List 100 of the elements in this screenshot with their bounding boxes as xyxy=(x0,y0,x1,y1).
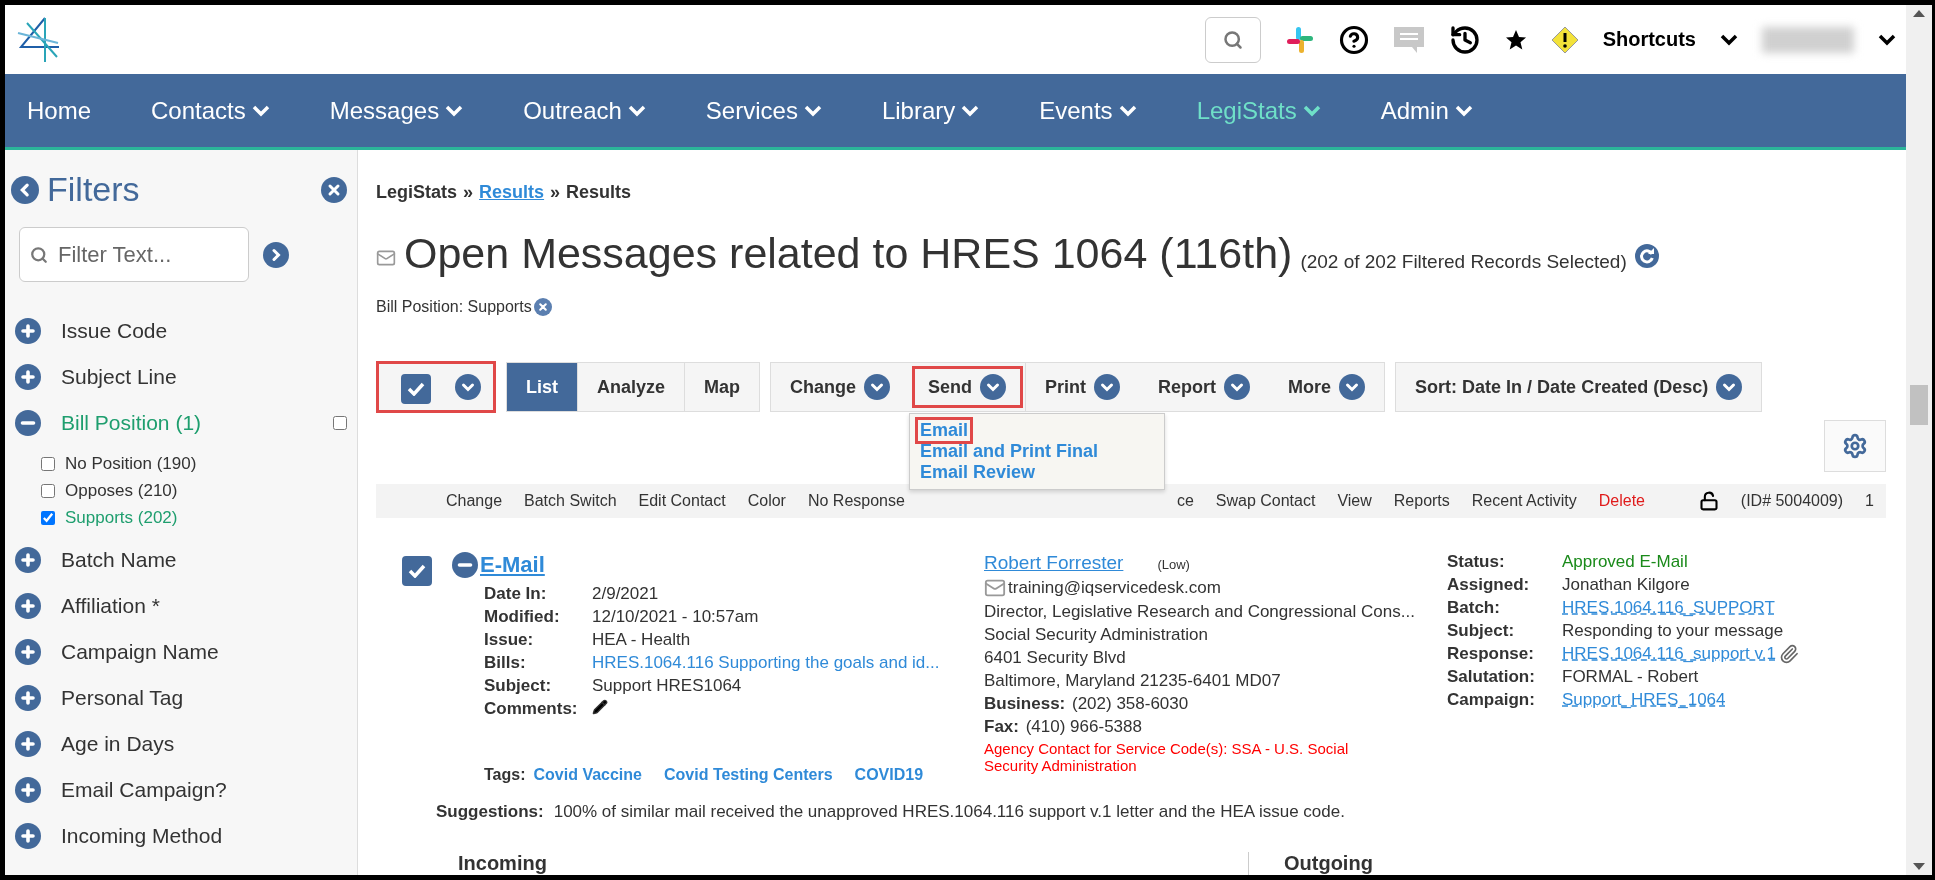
select-all-control[interactable] xyxy=(376,361,496,413)
option-checkbox[interactable] xyxy=(41,456,55,471)
nav-menu-item[interactable]: Home xyxy=(27,96,92,125)
contact-name-link[interactable]: Robert Forrester xyxy=(984,552,1124,574)
scrollbar-thumb[interactable] xyxy=(1910,385,1928,425)
filter-category[interactable]: Affiliation * xyxy=(61,594,347,618)
tag-link[interactable]: COVID19 xyxy=(854,766,924,784)
slack-icon[interactable] xyxy=(1284,24,1315,55)
tag-link[interactable]: Covid Testing Centers xyxy=(664,766,833,784)
expand-icon[interactable] xyxy=(15,639,41,665)
nav-menu-item[interactable]: Services xyxy=(705,96,822,125)
filter-category[interactable]: Email Campaign? xyxy=(61,778,347,802)
nav-menu-item[interactable]: Outreach xyxy=(523,96,646,125)
tag-link[interactable]: Covid Vaccine xyxy=(533,766,642,784)
chevron-down-icon xyxy=(627,104,646,117)
expand-icon[interactable] xyxy=(15,731,41,757)
nav-menu-item[interactable]: Admin xyxy=(1380,96,1473,125)
option-label[interactable]: No Position (190) xyxy=(65,453,197,474)
filter-category[interactable]: Batch Name xyxy=(61,548,347,572)
view-tab[interactable]: Analyze xyxy=(578,363,686,411)
collapse-icon[interactable] xyxy=(452,552,478,578)
nav-menu-item[interactable]: LegiStats xyxy=(1196,96,1321,125)
status-link[interactable]: HRES.1064.116_SUPPORT xyxy=(1562,598,1886,618)
nav-menu-item[interactable]: Library xyxy=(881,96,980,125)
breadcrumb-link[interactable]: Results xyxy=(479,182,545,203)
unlocked-icon xyxy=(1698,491,1719,511)
dropdown-icon[interactable] xyxy=(455,374,481,400)
action-dropdown-button[interactable]: More xyxy=(1269,363,1385,411)
expand-icon[interactable] xyxy=(15,318,41,344)
record-action-link[interactable]: No Response xyxy=(807,492,905,510)
option-label[interactable]: Opposes (210) xyxy=(65,480,178,501)
refresh-icon[interactable] xyxy=(1634,244,1659,268)
record-action-link[interactable]: Delete xyxy=(1598,492,1645,510)
filter-category[interactable]: Campaign Name xyxy=(61,640,347,664)
action-dropdown-button[interactable]: Report xyxy=(1139,363,1270,411)
status-label: Status: xyxy=(1447,552,1506,572)
collapse-icon[interactable] xyxy=(15,410,41,436)
history-icon[interactable] xyxy=(1448,23,1481,56)
section-heading: Outgoing xyxy=(1284,852,1373,874)
filter-category[interactable]: Incoming Method xyxy=(61,824,347,848)
record-action-link[interactable]: Batch Switch xyxy=(524,492,617,510)
dropdown-icon[interactable] xyxy=(1094,374,1121,400)
dropdown-icon[interactable] xyxy=(1224,374,1251,400)
action-dropdown-button[interactable]: Print xyxy=(1026,363,1140,411)
option-checkbox[interactable] xyxy=(41,483,55,498)
dropdown-icon[interactable] xyxy=(1339,374,1366,400)
record-action-link[interactable]: Edit Contact xyxy=(638,492,726,510)
help-icon[interactable] xyxy=(1338,24,1369,55)
status-label: Batch: xyxy=(1447,598,1501,618)
filter-category[interactable]: Personal Tag xyxy=(61,686,347,710)
close-icon[interactable] xyxy=(321,176,347,203)
filter-category[interactable]: Age in Days xyxy=(61,732,347,756)
record-action-link[interactable]: View xyxy=(1337,492,1372,510)
view-tab[interactable]: List xyxy=(507,363,578,411)
scroll-up-icon[interactable] xyxy=(1913,9,1925,17)
search-button[interactable] xyxy=(1204,16,1261,63)
record-action-link[interactable]: ce xyxy=(1176,492,1194,510)
bill-link[interactable]: HRES.1064.116 Supporting the goals and id... xyxy=(592,653,984,673)
expand-icon[interactable] xyxy=(15,685,41,711)
nav-menu-item[interactable]: Contacts xyxy=(151,96,270,125)
filter-category[interactable]: Subject Line xyxy=(61,365,347,389)
record-action-link[interactable]: Recent Activity xyxy=(1471,492,1577,510)
checkmark-icon xyxy=(408,564,426,578)
sort-dropdown-button[interactable]: Sort: Date In / Date Created (Desc) xyxy=(1396,363,1762,411)
record-checkbox[interactable] xyxy=(402,556,432,586)
expand-icon[interactable] xyxy=(15,777,41,803)
view-tab[interactable]: Map xyxy=(685,363,760,411)
nav-menu-item[interactable]: Events xyxy=(1039,96,1137,125)
option-checkbox[interactable] xyxy=(41,510,55,525)
envelope-icon xyxy=(376,248,396,268)
dropdown-icon[interactable] xyxy=(864,374,891,400)
record-action-link[interactable]: Reports xyxy=(1393,492,1450,510)
dropdown-icon[interactable] xyxy=(980,374,1007,400)
record-action-link[interactable]: Color xyxy=(747,492,786,510)
edit-pencil-icon[interactable] xyxy=(592,699,608,715)
filter-text-field[interactable]: Filter Text... xyxy=(19,227,249,282)
filter-category[interactable]: Issue Code xyxy=(61,319,347,343)
shortcuts-menu[interactable]: Shortcuts xyxy=(1602,28,1696,51)
record-action-link[interactable]: Swap Contact xyxy=(1215,492,1316,510)
expand-icon[interactable] xyxy=(15,593,41,619)
action-dropdown-button[interactable]: Send xyxy=(909,363,1027,411)
collapse-left-icon[interactable] xyxy=(11,175,39,204)
select-all-checkbox[interactable] xyxy=(401,374,431,404)
warning-icon[interactable] xyxy=(1550,25,1579,54)
action-dropdown-button[interactable]: Change xyxy=(771,363,910,411)
status-link[interactable]: Support_HRES_1064 xyxy=(1562,690,1886,710)
filter-checkbox[interactable] xyxy=(333,416,347,430)
expand-icon[interactable] xyxy=(15,823,41,849)
expand-icon[interactable] xyxy=(15,364,41,390)
remove-filter-icon[interactable] xyxy=(533,298,552,316)
settings-button[interactable] xyxy=(1824,420,1886,472)
star-icon[interactable] xyxy=(1504,28,1527,51)
dropdown-icon[interactable] xyxy=(1716,374,1743,400)
nav-menu-item[interactable]: Messages xyxy=(329,96,464,125)
scroll-down-icon[interactable] xyxy=(1913,863,1925,871)
chevron-down-icon xyxy=(1454,104,1473,117)
record-action-link[interactable]: Change xyxy=(446,492,503,510)
message-type-link[interactable]: E-Mail xyxy=(480,552,545,578)
status-link[interactable]: HRES.1064.116_support v.1 xyxy=(1562,644,1886,664)
expand-icon[interactable] xyxy=(15,547,41,573)
